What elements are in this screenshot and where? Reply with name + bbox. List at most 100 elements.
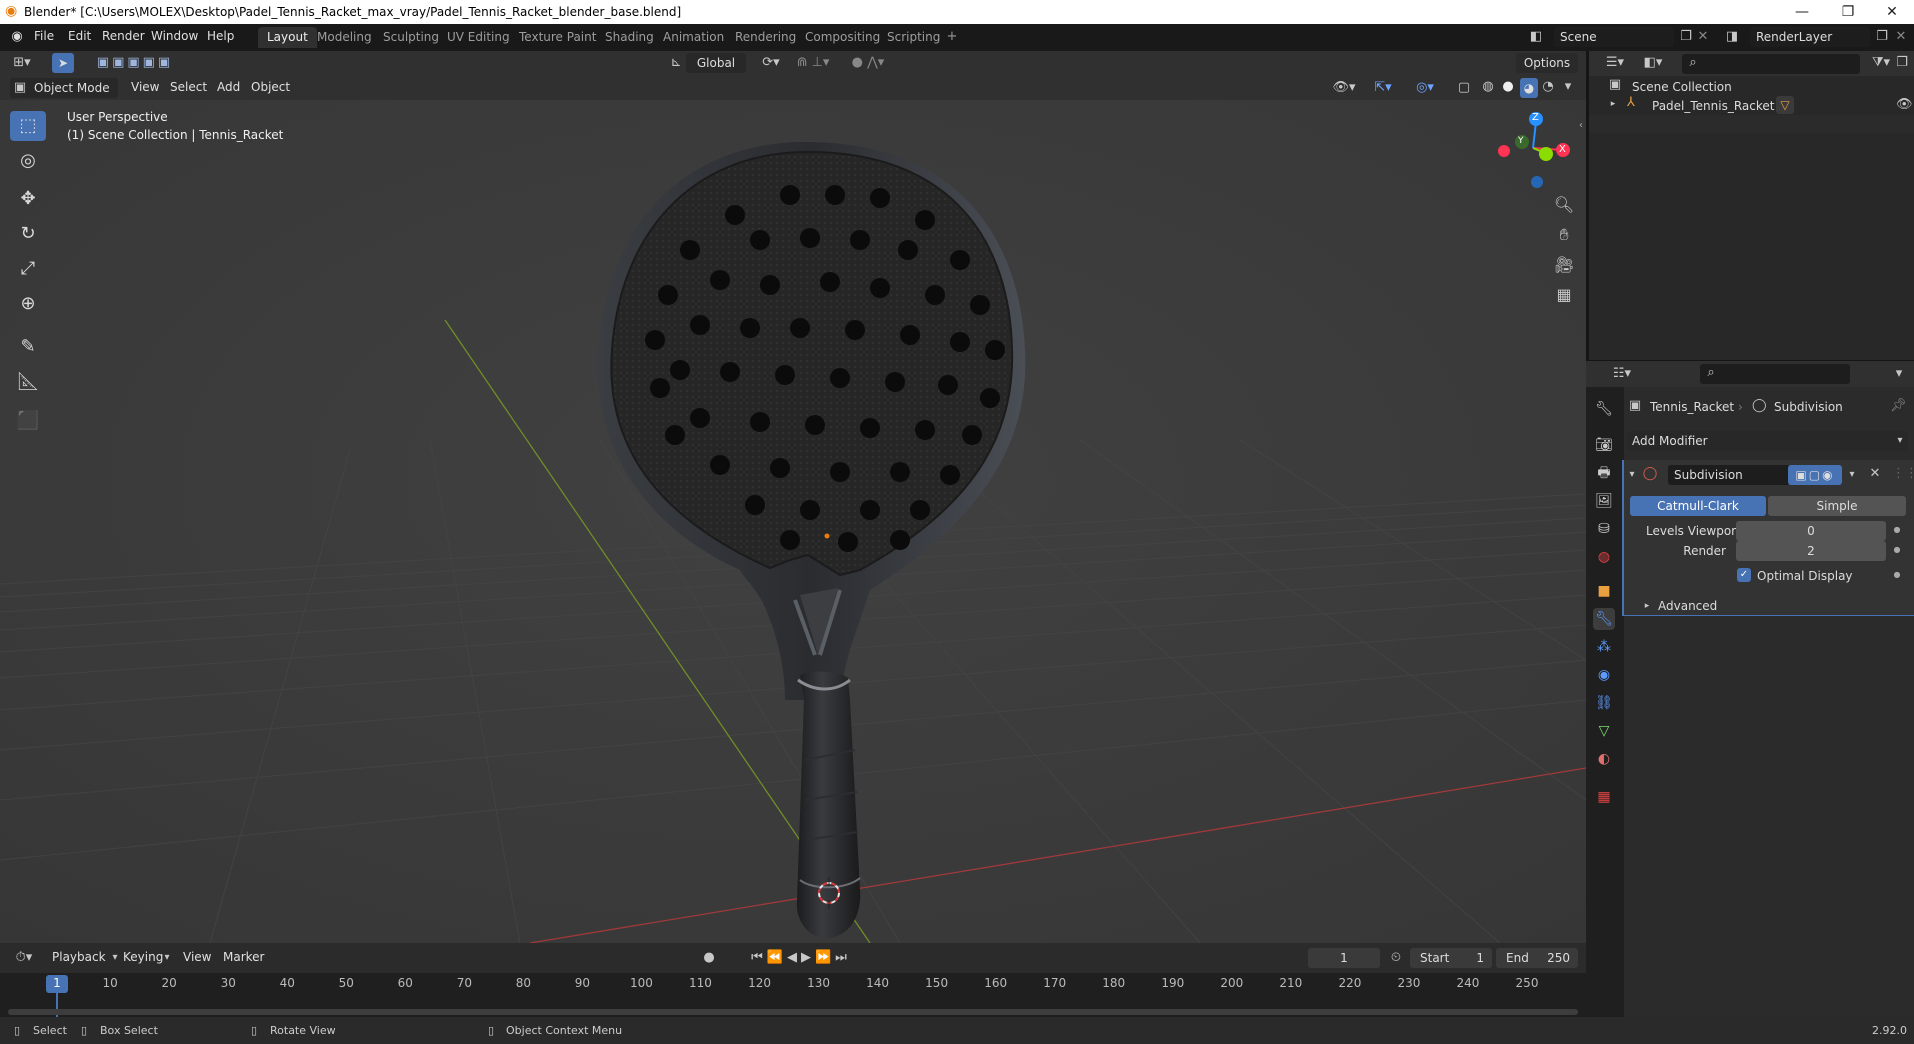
camera-view-icon[interactable]: 🎥︎ (1553, 257, 1575, 273)
blender-menu-icon[interactable]: ◉ (8, 29, 26, 45)
advanced-expand-icon[interactable]: ▸ (1642, 598, 1652, 614)
render-levels-field[interactable]: 2 (1736, 541, 1886, 561)
timeline-menu-playback[interactable]: Playback (52, 950, 106, 964)
timeline-scrollbar[interactable] (8, 1009, 1578, 1015)
outliner-root[interactable]: Scene Collection (1632, 80, 1732, 94)
modifier-menu-chevron-icon[interactable]: ▾ (1846, 467, 1858, 483)
constraints-tab-icon[interactable]: ⛓ (1593, 692, 1615, 714)
world-tab-icon[interactable]: ◍ (1593, 546, 1615, 568)
object-tab-icon[interactable]: ■ (1593, 580, 1615, 602)
tab-compositing[interactable]: Compositing (796, 27, 889, 48)
outliner-item-padel-tennis-racket[interactable]: Padel_Tennis_Racket (1652, 99, 1775, 113)
add-modifier-dropdown[interactable]: Add Modifier (1626, 431, 1908, 451)
viewport-menu-add[interactable]: Add (217, 80, 240, 94)
simple-option[interactable]: Simple (1768, 496, 1906, 516)
catmull-clark-option[interactable]: Catmull-Clark (1630, 496, 1766, 516)
viewport-menu-object[interactable]: Object (251, 80, 290, 94)
editor-type-icon[interactable]: ⊞▾ (8, 55, 36, 71)
render-tab-icon[interactable]: 📷︎ (1593, 434, 1615, 456)
scene-new-icon[interactable]: ❐ (1678, 29, 1694, 45)
snapping-icon[interactable]: ⋒ ⊥▾ (790, 55, 836, 71)
outliner-search-input[interactable] (1682, 54, 1860, 74)
expand-arrow-icon[interactable]: ▸ (1608, 96, 1618, 112)
selection-mode-icons[interactable]: ▣▣▣▣▣ (90, 55, 180, 71)
timeline-body[interactable]: 1 10 20 30 40 50 60 70 80 90 100 110 120 130 140 150 160… (0, 973, 1586, 1017)
pin-icon[interactable]: 📌︎ (1890, 398, 1907, 414)
tab-shading[interactable]: Shading (596, 27, 663, 48)
timeline-menu-marker[interactable]: Marker (223, 950, 264, 964)
menu-edit[interactable]: Edit (68, 29, 91, 43)
shading-options-icon[interactable]: ▾ (1560, 79, 1576, 95)
eye-icon[interactable]: 👁︎ (1896, 97, 1913, 113)
properties-editor-type-icon[interactable]: ☷▾ (1608, 366, 1636, 382)
modifier-remove-icon[interactable]: ✕ (1868, 466, 1882, 482)
add-cube-tool[interactable]: ⬛ (10, 406, 46, 436)
transform-tool[interactable]: ⊕ (10, 289, 46, 319)
output-tab-icon[interactable]: 🖶 (1593, 462, 1615, 484)
material-tab-icon[interactable]: ◐ (1593, 748, 1615, 770)
cursor-tool[interactable]: ◎ (10, 146, 46, 176)
viewport-menu-view[interactable]: View (131, 80, 159, 94)
add-workspace-icon[interactable]: + (944, 29, 960, 45)
pan-hand-icon[interactable]: ✋︎ (1553, 227, 1575, 243)
overlays-toggle-icon[interactable]: ◎▾ (1410, 80, 1440, 96)
tab-scripting[interactable]: Scripting (878, 27, 949, 48)
solid-shading-icon[interactable]: ● (1500, 79, 1516, 95)
menu-window[interactable]: Window (151, 29, 198, 43)
filter-icon[interactable]: ⧩▾ (1868, 55, 1894, 71)
modifier-collapse-icon[interactable]: ▾ (1626, 467, 1638, 483)
close-button[interactable]: ✕ (1870, 2, 1914, 22)
properties-search-input[interactable] (1700, 364, 1850, 384)
render-levels-keyframe-icon[interactable]: ● (1892, 542, 1902, 558)
scene-remove-icon[interactable]: ✕ (1696, 29, 1710, 45)
xray-toggle-icon[interactable]: ▢ (1456, 80, 1472, 96)
playback-controls-icon[interactable]: ⏮⏪◀▶⏩⏭ (746, 950, 856, 966)
record-icon[interactable]: ● (702, 950, 716, 966)
timeline-menu-view[interactable]: View (183, 950, 211, 964)
tab-sculpting[interactable]: Sculpting (374, 27, 448, 48)
minimize-button[interactable]: — (1780, 2, 1824, 22)
visibility-icon[interactable]: 👁▾ (1330, 80, 1358, 96)
modifier-visibility-icons[interactable]: ▣▢◉ (1788, 465, 1842, 485)
rendered-shading-icon[interactable]: ◔ (1540, 79, 1556, 95)
scene-field[interactable]: Scene (1554, 27, 1674, 47)
menu-help[interactable]: Help (207, 29, 234, 43)
end-frame-field[interactable]: End 250 (1496, 948, 1578, 968)
tab-animation[interactable]: Animation (654, 27, 733, 48)
display-mode-icon[interactable]: ◧▾ (1638, 55, 1668, 71)
menu-render[interactable]: Render (102, 29, 145, 43)
advanced-subpanel[interactable]: Advanced (1658, 599, 1717, 613)
gizmo-toggle-icon[interactable]: ⇱▾ (1368, 80, 1398, 96)
transform-orientation-dropdown[interactable]: Global (686, 53, 746, 73)
tab-modeling[interactable]: Modeling (308, 27, 381, 48)
new-collection-icon[interactable]: ❐ (1894, 55, 1910, 71)
select-mode-icon[interactable]: ➤ (52, 53, 74, 73)
renderlayer-field[interactable]: RenderLayer (1750, 27, 1870, 47)
rotate-tool[interactable]: ↻ (10, 219, 46, 249)
scale-tool[interactable]: ⤢ (10, 254, 46, 284)
move-tool[interactable]: ✥ (10, 184, 46, 214)
data-tab-icon[interactable]: ▽ (1593, 720, 1615, 742)
levels-viewport-field[interactable]: 0 (1736, 521, 1886, 541)
particles-tab-icon[interactable]: ⁂ (1593, 636, 1615, 658)
properties-options-icon[interactable]: ▾ (1892, 366, 1906, 382)
renderlayer-remove-icon[interactable]: ✕ (1894, 29, 1908, 45)
proportional-editing-icon[interactable]: ● ⋀▾ (845, 55, 891, 71)
scene-browse-icon[interactable]: ◧ (1526, 29, 1546, 45)
clock-icon[interactable]: ⏲ (1388, 950, 1404, 966)
perspective-toggle-icon[interactable]: ▦ (1553, 287, 1575, 303)
timeline-editor-type-icon[interactable]: ⏱▾ (10, 950, 38, 966)
optimal-display-checkbox[interactable]: ✓ (1737, 568, 1751, 582)
measure-tool[interactable]: 📐︎ (10, 367, 46, 397)
timeline-menu-keying[interactable]: Keying (123, 950, 163, 964)
material-preview-icon[interactable]: ◕ (1520, 78, 1538, 98)
menu-file[interactable]: File (34, 29, 54, 43)
renderlayer-new-icon[interactable]: ❐ (1874, 29, 1890, 45)
tab-rendering[interactable]: Rendering (726, 27, 805, 48)
tab-texture-paint[interactable]: Texture Paint (510, 27, 605, 48)
options-dropdown[interactable]: Options (1516, 53, 1578, 73)
scene-tab-icon[interactable]: ⛁ (1593, 518, 1615, 540)
drag-handle-icon[interactable]: ⋮⋮ (1892, 466, 1914, 482)
tool-tab-icon[interactable]: 🔧︎ (1593, 398, 1615, 420)
annotate-tool[interactable]: ✎ (10, 332, 46, 362)
